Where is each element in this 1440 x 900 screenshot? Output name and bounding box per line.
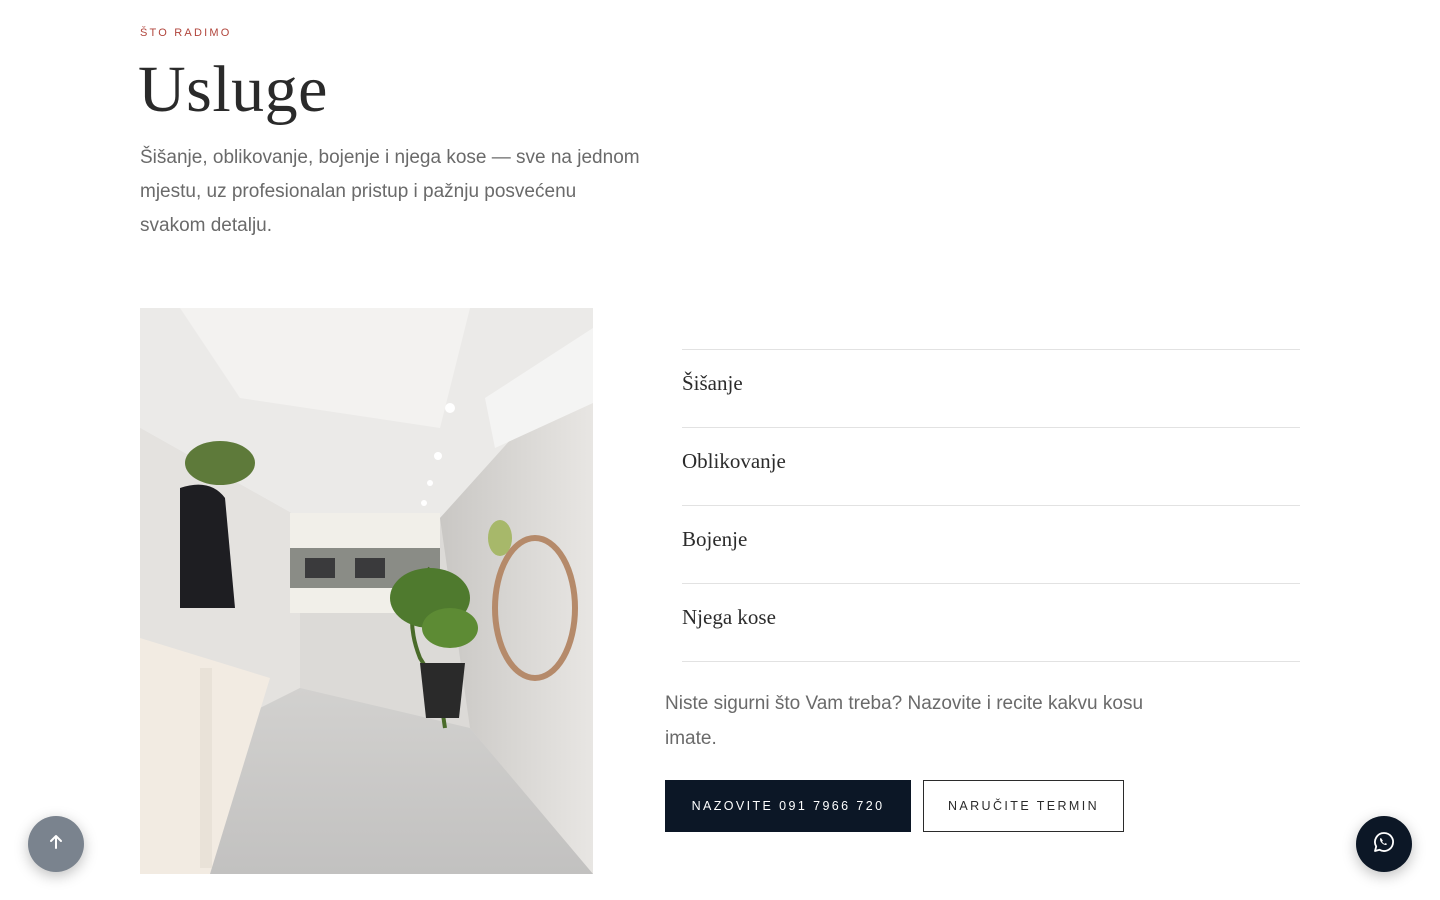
service-label: Šišanje (682, 371, 743, 395)
page-title: Usluge (138, 53, 328, 126)
call-button[interactable]: NAZOVITE 091 7966 720 (665, 780, 911, 832)
book-appointment-button[interactable]: NARUČITE TERMIN (923, 780, 1124, 832)
service-item-sisanje[interactable]: Šišanje (682, 350, 1300, 428)
service-item-oblikovanje[interactable]: Oblikovanje (682, 428, 1300, 506)
whatsapp-icon (1372, 830, 1396, 859)
service-item-bojenje[interactable]: Bojenje (682, 506, 1300, 584)
services-list: Šišanje Oblikovanje Bojenje Njega kose (682, 349, 1300, 662)
cta-hint: Niste sigurni što Vam treba? Nazovite i … (665, 693, 1144, 749)
salon-photo (140, 308, 593, 874)
scroll-to-top-button[interactable] (28, 816, 84, 872)
service-label: Bojenje (682, 527, 748, 551)
service-label: Njega kose (682, 605, 776, 629)
section-eyebrow: ŠTO RADIMO (140, 27, 232, 39)
whatsapp-button[interactable] (1356, 816, 1412, 872)
service-item-njega-kose[interactable]: Njega kose (682, 584, 1300, 662)
section-intro: Šišanje, oblikovanje, bojenje i njega ko… (140, 147, 640, 236)
service-label: Oblikovanje (682, 449, 786, 473)
arrow-up-icon (47, 833, 65, 856)
